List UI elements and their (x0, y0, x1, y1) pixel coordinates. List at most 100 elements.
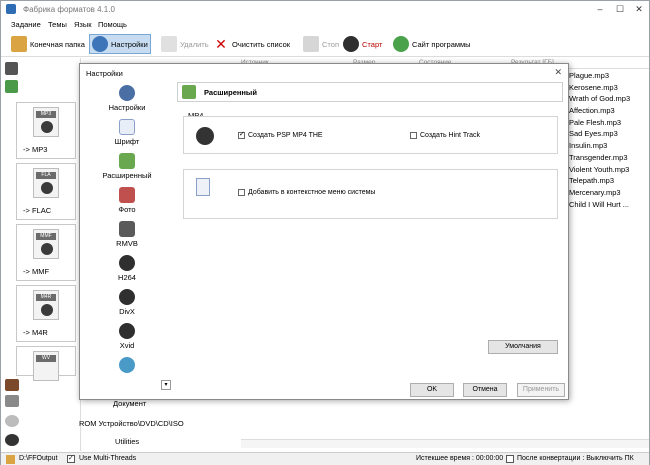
toolbar: Конечная папка Настройки Удалить ✕ Очист… (1, 31, 649, 57)
video-icon (119, 357, 135, 373)
list-item[interactable]: Telepath.mp3 (569, 176, 649, 188)
menu-language[interactable]: Язык (74, 20, 92, 29)
utilities-icon[interactable] (5, 434, 19, 446)
document-icon: MP3 (33, 107, 59, 137)
ok-button[interactable]: OK (410, 383, 454, 397)
elapsed-time: Истекшее время : 00:00:00 (416, 455, 504, 462)
film-reel-icon (119, 323, 135, 339)
list-item[interactable]: Pale Flesh.mp3 (569, 118, 649, 130)
start-icon (343, 36, 359, 52)
stop-icon (303, 36, 319, 52)
menu-help[interactable]: Помощь (98, 20, 127, 29)
category-advanced[interactable]: Расширенный (81, 153, 173, 180)
multithreads-checkbox[interactable] (67, 454, 75, 463)
category-h264[interactable]: H264 (81, 255, 173, 282)
after-convert-label: После конвертации : Выключить ПК (517, 455, 634, 462)
after-convert-checkbox[interactable] (506, 455, 514, 463)
category-xvid[interactable]: Xvid (81, 323, 173, 350)
advanced-icon (119, 153, 135, 169)
document-icon: MMF (33, 229, 59, 259)
clear-icon: ✕ (213, 36, 229, 52)
category-rom[interactable]: ROM Устройство\DVD\CD\ISO (79, 419, 184, 428)
video-tab-icon[interactable] (5, 62, 18, 75)
cancel-button[interactable]: Отмена (463, 383, 507, 397)
document-icon: FLA (33, 168, 59, 198)
list-item[interactable]: Affection.mp3 (569, 106, 649, 118)
menu-task[interactable]: Задание (11, 20, 41, 29)
film-reel-icon (119, 255, 135, 271)
document-icon: M4R (33, 290, 59, 320)
apply-button[interactable]: Применить (517, 383, 565, 397)
psp-checkbox[interactable] (238, 130, 245, 139)
list-item[interactable]: Transgender.mp3 (569, 153, 649, 165)
advanced-icon (182, 85, 196, 99)
category-more[interactable] (81, 357, 173, 375)
category-rmvb[interactable]: RMVB (81, 221, 173, 248)
folder-icon (11, 36, 27, 52)
film-reel-icon (119, 289, 135, 305)
document-category-icon[interactable] (5, 395, 19, 407)
audio-tab-icon[interactable] (5, 80, 18, 93)
list-item[interactable]: Insulin.mp3 (569, 141, 649, 153)
start-button[interactable]: Старт (341, 34, 384, 54)
category-utilities[interactable]: Utilities (115, 437, 139, 446)
category-font[interactable]: Шрифт (81, 119, 173, 146)
delete-button[interactable]: Удалить (159, 34, 211, 54)
film-reel-icon (196, 127, 214, 145)
clear-list-button[interactable]: ✕ Очистить список (211, 34, 292, 54)
window-title: Фабрика форматов 4.1.0 (23, 5, 115, 14)
maximize-icon[interactable]: ☐ (613, 3, 627, 15)
category-sidebar: Настройки Шрифт Расширенный Фото RMVB H2… (81, 81, 173, 390)
app-icon (6, 4, 16, 14)
stop-button[interactable]: Стоп (301, 34, 341, 54)
context-menu-option[interactable]: Добавить в контекстное меню системы (238, 189, 375, 196)
category-document[interactable]: Документ (113, 399, 146, 408)
hint-track-option[interactable]: Создать Hint Track (410, 132, 480, 139)
list-item[interactable]: Wrath of God.mp3 (569, 94, 649, 106)
list-item[interactable]: Mercenary.mp3 (569, 188, 649, 200)
document-icon: WV (33, 351, 59, 381)
category-photo[interactable]: Фото (81, 187, 173, 214)
scroll-down-icon[interactable]: ▾ (161, 380, 171, 390)
list-item[interactable]: Plague.mp3 (569, 71, 649, 83)
format-mp3-button[interactable]: MP3 -> MP3 (16, 102, 76, 159)
film-icon (119, 221, 135, 237)
folder-icon[interactable] (6, 455, 15, 464)
context-menu-checkbox[interactable] (238, 189, 245, 196)
output-folder-button[interactable]: Конечная папка (9, 34, 87, 54)
website-button[interactable]: Сайт программы (391, 34, 473, 54)
disc-icon[interactable] (5, 415, 19, 427)
list-item[interactable]: Violent Youth.mp3 (569, 165, 649, 177)
document-icon (196, 178, 210, 196)
panel-title: Расширенный (204, 88, 257, 97)
mp4-group: Создать PSP MP4 THE Создать Hint Track (183, 116, 558, 154)
category-divx[interactable]: DivX (81, 289, 173, 316)
hint-track-checkbox[interactable] (410, 132, 417, 139)
format-mmf-button[interactable]: MMF -> MMF (16, 224, 76, 281)
close-icon[interactable]: ✕ (632, 3, 646, 15)
close-icon[interactable]: ✕ (554, 67, 562, 78)
image-category-icon[interactable] (5, 379, 19, 391)
format-m4r-button[interactable]: M4R -> M4R (16, 285, 76, 342)
category-settings[interactable]: Настройки (81, 85, 173, 112)
psp-option[interactable]: Создать PSP MP4 THE (238, 130, 323, 139)
list-item[interactable]: Kerosene.mp3 (569, 83, 649, 95)
delete-icon (161, 36, 177, 52)
context-menu-group: Добавить в контекстное меню системы (183, 169, 558, 219)
globe-icon (393, 36, 409, 52)
list-item[interactable]: Sad Eyes.mp3 (569, 129, 649, 141)
gear-icon (92, 36, 108, 52)
panel-header: Расширенный (177, 82, 563, 102)
settings-icon (119, 85, 135, 101)
format-panel: MP3 -> MP3 FLA -> FLAC MMF -> MMF M4R ->… (1, 58, 81, 451)
photo-icon (119, 187, 135, 203)
menu-bar: Задание Темы Язык Помощь (1, 18, 649, 31)
menu-themes[interactable]: Темы (48, 20, 67, 29)
defaults-button[interactable]: Умолчания (488, 340, 558, 354)
minimize-icon[interactable]: – (593, 3, 607, 15)
format-wv-button[interactable]: WV (16, 346, 76, 381)
list-item[interactable]: Child I Will Hurt ... (569, 200, 649, 212)
settings-button[interactable]: Настройки (89, 34, 151, 54)
format-flac-button[interactable]: FLA -> FLAC (16, 163, 76, 220)
horizontal-scrollbar[interactable] (241, 439, 649, 448)
